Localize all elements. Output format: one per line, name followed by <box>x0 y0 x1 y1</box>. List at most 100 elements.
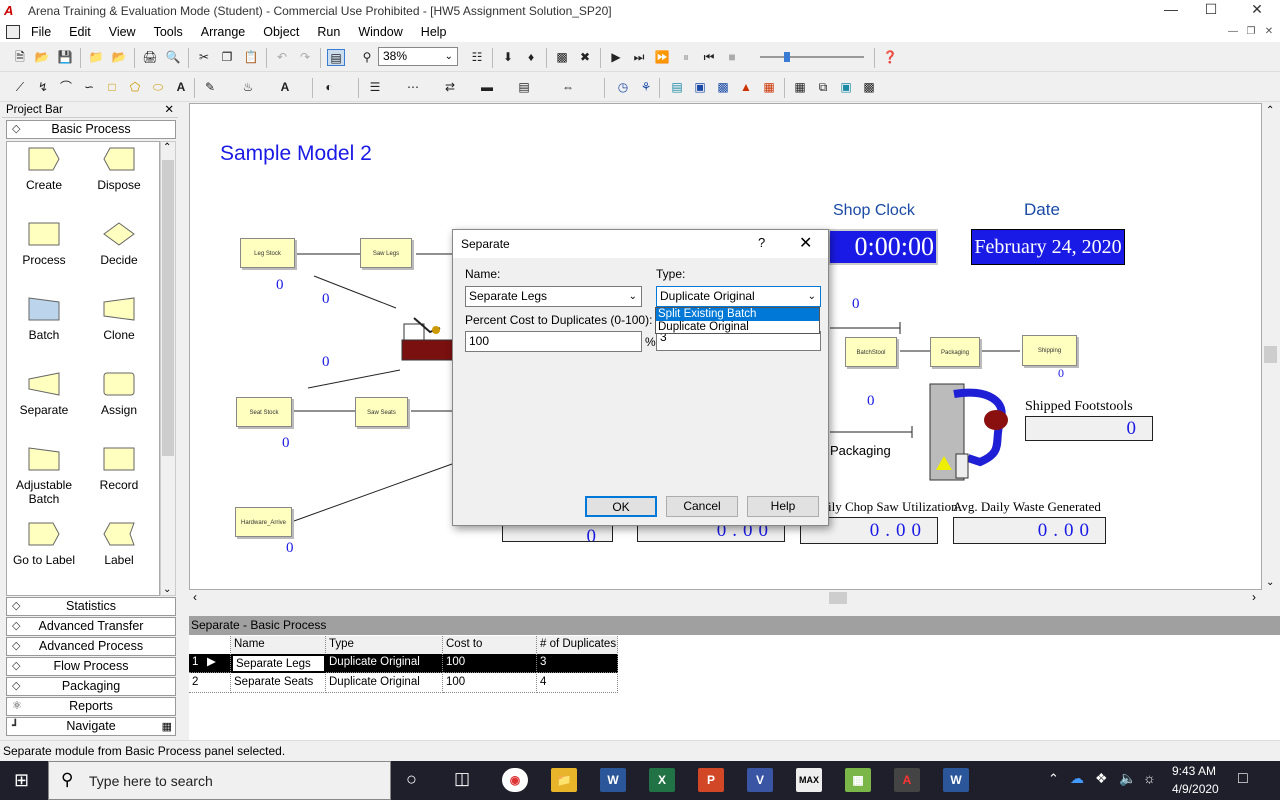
clock-time[interactable]: 9:43 AM <box>1172 764 1216 778</box>
cell-name[interactable]: Separate Seats <box>231 674 326 693</box>
parking-icon[interactable]: ▩ <box>860 79 878 96</box>
template-attach-icon[interactable]: 📁 <box>87 49 105 66</box>
scroll-left-icon[interactable]: ‹ <box>193 590 197 604</box>
open-icon[interactable]: 📂 <box>33 49 51 66</box>
panel-basic-process[interactable]: ◇ Basic Process <box>6 120 176 139</box>
word-icon[interactable]: W <box>600 768 626 792</box>
help-pointer-icon[interactable]: ❓ <box>881 49 899 66</box>
ellipse-icon[interactable]: ⬭ <box>149 79 167 96</box>
canvas-horizontal-scrollbar[interactable]: ‹ › <box>189 590 1262 606</box>
cell-name[interactable]: Separate Legs <box>231 654 326 673</box>
block-packaging[interactable]: Packaging <box>930 337 980 367</box>
new-icon[interactable]: 🗎 <box>11 49 29 66</box>
maximize-icon[interactable]: ☐ <box>1188 0 1234 22</box>
paste-icon[interactable]: 📋 <box>242 49 260 66</box>
arrow-style-icon[interactable]: ⇄ <box>441 79 459 96</box>
animate-icon[interactable]: ▩ <box>553 49 571 66</box>
task-view-icon[interactable]: ◫ <box>454 769 470 789</box>
help-button[interactable]: Help <box>747 496 819 517</box>
line-width-icon[interactable]: ☰ <box>366 79 384 96</box>
dialog-help-icon[interactable]: ? <box>758 235 765 250</box>
percent-input[interactable]: 100 <box>465 331 642 352</box>
module-batch[interactable]: Batch <box>9 296 79 342</box>
zoom-icon[interactable]: ⚲ <box>358 49 376 66</box>
windows-start-icon[interactable]: ⊞ <box>14 770 29 791</box>
storage-icon[interactable]: ▣ <box>837 79 855 96</box>
block-saw-legs[interactable]: Saw Legs <box>360 238 412 268</box>
wifi-icon[interactable]: ☼ <box>1143 770 1156 786</box>
start-over-icon[interactable]: ⏮ <box>700 49 718 66</box>
block-shipping[interactable]: Shipping <box>1022 335 1077 366</box>
cell-duplicates[interactable]: 3 <box>537 654 618 673</box>
box-icon[interactable]: □ <box>103 79 121 96</box>
bezier-icon[interactable]: ∽ <box>80 79 98 96</box>
show-dimensions-icon[interactable]: ⇔ <box>559 79 577 96</box>
panel-reports[interactable]: ⚛ Reports <box>6 697 176 716</box>
menu-arrange[interactable]: Arrange <box>192 25 254 39</box>
notifications-icon[interactable]: □ <box>1238 770 1248 788</box>
arena-taskbar-icon[interactable]: A <box>894 768 920 792</box>
polyline-icon[interactable]: ↯ <box>34 79 52 96</box>
fill-color-icon[interactable]: ♨ <box>239 79 257 96</box>
column-header-cost[interactable]: Cost to Duplicates <box>443 636 537 667</box>
scroll-down-icon[interactable]: ⌄ <box>1266 577 1274 588</box>
cell-cost[interactable]: 100 <box>443 674 537 693</box>
project-bar-close-icon[interactable]: ✕ <box>164 103 174 117</box>
panel-flow-process[interactable]: ◇ Flow Process <box>6 657 176 676</box>
file-explorer-icon[interactable]: 📁 <box>551 768 577 792</box>
panel-advanced-transfer[interactable]: ◇ Advanced Transfer <box>6 617 176 636</box>
layer-icon[interactable]: ☷ <box>468 49 486 66</box>
module-process[interactable]: Process <box>9 221 79 267</box>
mdi-close-icon[interactable]: ✕ <box>1262 26 1276 38</box>
scroll-thumb[interactable] <box>1264 346 1277 363</box>
module-decide[interactable]: Decide <box>84 221 154 267</box>
panel-navigate[interactable]: ┛ Navigate ▦ <box>6 717 176 736</box>
variable-icon[interactable]: ▤ <box>668 79 686 96</box>
column-header-name[interactable]: Name <box>231 636 326 655</box>
line-pattern-icon[interactable]: ▬ <box>478 79 496 96</box>
column-header-type[interactable]: Type <box>326 636 443 655</box>
zoom-select[interactable]: 38% ⌄ <box>378 47 458 66</box>
visio-icon[interactable]: V <box>747 768 773 792</box>
taskbar-search[interactable]: ⚲ Type here to search <box>48 761 391 800</box>
scroll-down-icon[interactable]: ⌄ <box>163 584 171 595</box>
word-icon-2[interactable]: W <box>943 768 969 792</box>
line-color-icon[interactable]: ✎ <box>201 79 219 96</box>
line-icon[interactable]: ⟋ <box>11 79 29 96</box>
copy-icon[interactable]: ❐ <box>218 49 236 66</box>
polygon-icon[interactable]: ⬠ <box>126 79 144 96</box>
block-hardware-arrive[interactable]: Hardware_Arrive <box>235 507 292 537</box>
onedrive-icon[interactable]: ☁ <box>1070 770 1084 787</box>
module-record[interactable]: Record <box>84 446 154 492</box>
module-separate[interactable]: Separate <box>9 371 79 417</box>
pause-icon[interactable]: ⏸ <box>677 49 695 66</box>
clock-icon[interactable]: ◷ <box>614 79 632 96</box>
save-icon[interactable]: 💾 <box>56 49 74 66</box>
menu-edit[interactable]: Edit <box>60 25 100 39</box>
cut-icon[interactable]: ✂ <box>195 49 213 66</box>
go-icon[interactable]: ▶ <box>607 49 625 66</box>
module-adjustable-batch[interactable]: Adjustable Batch <box>9 446 79 506</box>
print-preview-icon[interactable]: 🔍 <box>164 49 182 66</box>
panel-statistics[interactable]: ◇ Statistics <box>6 597 176 616</box>
fill-pattern-icon[interactable]: ▤ <box>515 79 533 96</box>
thumbnail-icon[interactable]: ▦ <box>162 719 172 736</box>
chrome-icon[interactable]: ◉ <box>502 768 528 792</box>
palette-scrollbar[interactable]: ⌃ ⌄ <box>160 141 176 596</box>
level-icon[interactable]: ▣ <box>691 79 709 96</box>
module-go-to-label[interactable]: Go to Label <box>9 521 79 567</box>
line-style-icon[interactable]: ⋯ <box>404 79 422 96</box>
mdi-minimize-icon[interactable]: — <box>1226 26 1240 38</box>
panel-packaging[interactable]: ◇ Packaging <box>6 677 176 696</box>
arc-icon[interactable]: ⌒ <box>57 79 75 96</box>
scroll-thumb[interactable] <box>162 160 174 456</box>
menu-help[interactable]: Help <box>412 25 456 39</box>
text-icon[interactable]: A <box>172 79 190 96</box>
module-create[interactable]: Create <box>9 146 79 192</box>
row-number[interactable]: 1 ▶ <box>189 654 231 673</box>
duplicates-input[interactable]: 3 <box>656 331 821 351</box>
row-number[interactable]: 2 <box>189 674 231 693</box>
scroll-up-icon[interactable]: ⌃ <box>1266 105 1274 116</box>
layers-icon[interactable]: ▤ <box>327 49 345 66</box>
clock-date[interactable]: 4/9/2020 <box>1172 782 1219 796</box>
